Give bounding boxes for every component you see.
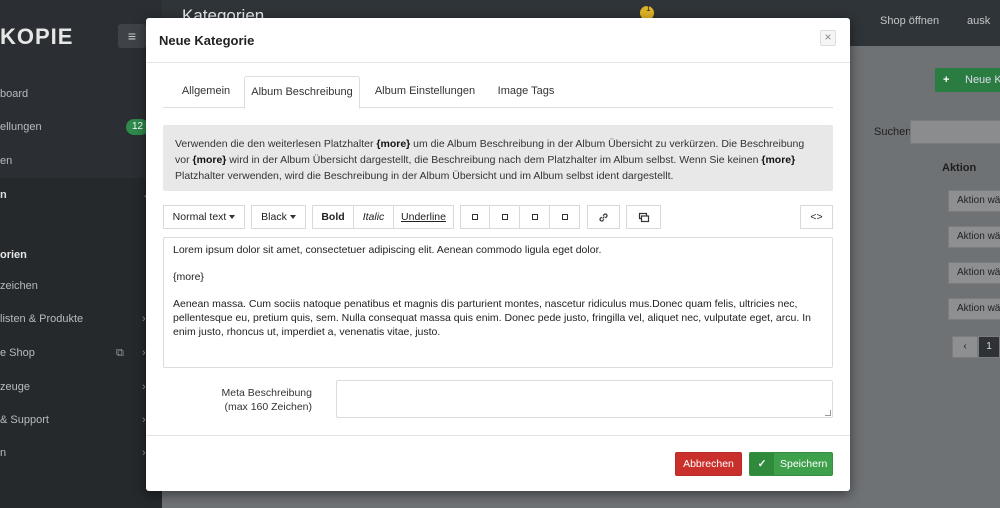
new-category-modal: Neue Kategorie × Allgemein Album Beschre… bbox=[146, 18, 850, 491]
sidebar-item-3[interactable]: en bbox=[0, 144, 162, 178]
editor-more-placeholder: {more} bbox=[173, 271, 204, 283]
sidebar-item-dashboard[interactable]: board bbox=[0, 77, 162, 111]
check-icon: ✓ bbox=[750, 453, 774, 475]
close-icon[interactable]: × bbox=[820, 30, 836, 46]
list-icon bbox=[472, 214, 478, 221]
indent-icon bbox=[561, 214, 568, 221]
brand: KOPIE ≡ bbox=[0, 0, 162, 72]
sidebar-item-support[interactable]: & Support › bbox=[0, 403, 162, 437]
sidebar-item-label: ellungen bbox=[0, 121, 42, 133]
info-box: Verwenden die den weiterlesen Platzhalte… bbox=[163, 125, 833, 191]
sidebar-item-bestellungen[interactable]: ellungen 12 bbox=[0, 110, 162, 144]
search-input[interactable] bbox=[910, 120, 1000, 144]
sidebar-item-label: n bbox=[0, 447, 7, 459]
numbered-list-icon bbox=[501, 214, 508, 221]
search-label: Suchen bbox=[874, 126, 912, 138]
code-view-button[interactable]: <> bbox=[800, 205, 833, 229]
sidebar-item-label: n bbox=[0, 189, 7, 201]
italic-button[interactable]: Italic bbox=[353, 205, 394, 229]
editor-paragraph: Lorem ipsum dolor sit amet, consectetuer… bbox=[173, 244, 602, 256]
editor-paragraph: Aenean massa. Cum sociis natoque penatib… bbox=[173, 298, 811, 338]
info-text: Platzhalter verwenden, wird die Beschrei… bbox=[175, 170, 674, 182]
sidebar-item-label: listen & Produkte bbox=[0, 313, 84, 325]
sidebar-item-shop[interactable]: e Shop ⧉ › bbox=[0, 336, 162, 370]
sidebar-item-4[interactable]: n⌄ bbox=[0, 178, 162, 212]
row-action-select[interactable]: Aktion wäh bbox=[948, 226, 1000, 248]
external-link-icon: ⧉ bbox=[116, 347, 124, 359]
save-button[interactable]: ✓ Speichern bbox=[749, 452, 833, 476]
sidebar-item-listen-produkte[interactable]: listen & Produkte › bbox=[0, 302, 162, 336]
indent-button[interactable] bbox=[549, 205, 580, 229]
hamburger-icon[interactable]: ≡ bbox=[118, 24, 146, 48]
meta-description-textarea[interactable] bbox=[336, 380, 833, 418]
row-action-select[interactable]: Aktion wäh bbox=[948, 262, 1000, 284]
modal-header: Neue Kategorie × bbox=[146, 18, 850, 63]
outdent-icon bbox=[531, 214, 538, 221]
sidebar-item-label: en bbox=[0, 155, 13, 167]
caret-down-icon bbox=[289, 215, 296, 220]
tab-allgemein[interactable]: Allgemein bbox=[171, 76, 241, 108]
sidebar-item-label: orien bbox=[0, 249, 27, 261]
row-action-select[interactable]: Aktion wäh bbox=[948, 190, 1000, 212]
info-placeholder-tag: {more} bbox=[376, 138, 411, 150]
pagination-prev[interactable]: ‹ bbox=[952, 336, 978, 358]
sidebar-item-label: zeichen bbox=[0, 280, 38, 292]
info-placeholder-tag: {more} bbox=[192, 154, 227, 166]
save-label: Speichern bbox=[780, 458, 828, 470]
brand-logo: KOPIE bbox=[0, 24, 74, 49]
shop-open-link[interactable]: Shop öffnen bbox=[880, 15, 939, 27]
meta-label-title: Meta Beschreibung bbox=[221, 387, 312, 399]
cancel-button[interactable]: Abbrechen bbox=[675, 452, 742, 476]
pagination-page[interactable]: 1 bbox=[978, 336, 1000, 358]
sidebar-item-werkzeuge[interactable]: zeuge › bbox=[0, 370, 162, 404]
tab-album-beschreibung[interactable]: Album Beschreibung bbox=[244, 76, 360, 109]
code-icon: <> bbox=[810, 211, 823, 223]
image-icon bbox=[638, 212, 649, 222]
meta-description-label: Meta Beschreibung (max 160 Zeichen) bbox=[206, 386, 312, 414]
info-text: wird in der Album Übersicht dargestellt,… bbox=[226, 154, 762, 166]
plus-icon: + bbox=[943, 74, 950, 86]
modal-footer: Abbrechen ✓ Speichern bbox=[146, 435, 850, 491]
meta-label-hint: (max 160 Zeichen) bbox=[224, 401, 312, 413]
bold-button[interactable]: Bold bbox=[312, 205, 354, 229]
tab-album-einstellungen[interactable]: Album Einstellungen bbox=[366, 76, 484, 108]
rich-text-editor[interactable]: Lorem ipsum dolor sit amet, consectetuer… bbox=[163, 237, 833, 368]
tab-image-tags[interactable]: Image Tags bbox=[486, 76, 566, 108]
sidebar-item-11[interactable]: n › bbox=[0, 436, 162, 470]
new-category-button[interactable]: + Neue Ka bbox=[935, 68, 1000, 92]
list-ordered-button[interactable] bbox=[489, 205, 520, 229]
sidebar-item-kategorien[interactable]: orien bbox=[0, 238, 162, 272]
sidebar-item-label: board bbox=[0, 88, 29, 100]
insert-link-button[interactable] bbox=[587, 205, 620, 229]
row-action-select[interactable]: Aktion wäh bbox=[948, 298, 1000, 320]
user-menu[interactable]: ausk bbox=[967, 15, 990, 27]
caret-down-icon bbox=[229, 215, 236, 220]
link-icon bbox=[599, 213, 608, 222]
color-dropdown[interactable]: Black bbox=[251, 205, 306, 229]
outdent-button[interactable] bbox=[519, 205, 550, 229]
info-text: Verwenden die den weiterlesen Platzhalte… bbox=[175, 138, 377, 150]
sidebar-item-label: zeuge bbox=[0, 381, 30, 393]
editor-toolbar: Normal text Black Bold Italic Underline … bbox=[163, 205, 833, 229]
resize-handle-icon[interactable] bbox=[825, 410, 831, 416]
sidebar-item-label: e Shop bbox=[0, 347, 35, 359]
insert-image-button[interactable] bbox=[626, 205, 661, 229]
format-dropdown[interactable]: Normal text bbox=[163, 205, 245, 229]
sidebar-item-label: & Support bbox=[0, 414, 49, 426]
info-placeholder-tag: {more} bbox=[761, 154, 796, 166]
list-unordered-button[interactable] bbox=[460, 205, 490, 229]
color-label: Black bbox=[261, 211, 287, 223]
new-category-label: Neue Ka bbox=[965, 74, 1000, 86]
modal-title: Neue Kategorie bbox=[159, 33, 255, 48]
sidebar-item-verzeichen[interactable]: zeichen bbox=[0, 269, 162, 303]
column-header-action: Aktion bbox=[942, 162, 977, 174]
tab-bar: Allgemein Album Beschreibung Album Einst… bbox=[163, 76, 833, 109]
notification-count: 1 bbox=[646, 4, 651, 13]
format-label: Normal text bbox=[172, 211, 227, 223]
underline-button[interactable]: Underline bbox=[393, 205, 454, 229]
sidebar: KOPIE ≡ board ellungen12 en n⌄ orien zei… bbox=[0, 0, 162, 508]
